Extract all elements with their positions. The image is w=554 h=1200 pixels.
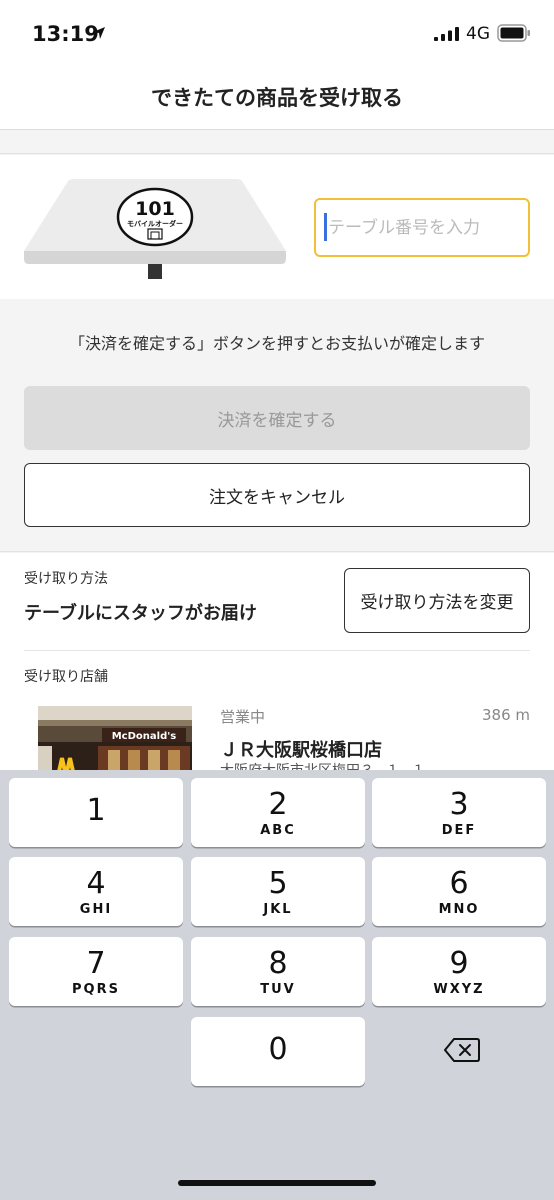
location-arrow-icon	[93, 27, 105, 39]
status-bar: 13:19 4G	[0, 0, 554, 64]
store-photo-sign: McDonald's	[112, 731, 177, 742]
store-name: ＪＲ大阪駅桜橋口店	[220, 740, 382, 761]
status-time: 13:19	[32, 22, 99, 46]
section-spacer	[0, 131, 554, 154]
text-caret	[324, 213, 327, 241]
table-sign-illustration: 101 モバイルオーダー	[24, 179, 286, 279]
key-4[interactable]: 4 GHI	[9, 857, 183, 926]
table-sign-caption: モバイルオーダー	[127, 219, 183, 228]
page-title: できたての商品を受け取る	[151, 86, 403, 110]
battery-icon	[497, 24, 530, 42]
signal-icon	[434, 27, 459, 41]
cancel-order-button[interactable]: 注文をキャンセル	[24, 463, 530, 527]
home-indicator[interactable]	[178, 1180, 376, 1186]
table-sign-number: 101	[135, 198, 175, 220]
confirm-payment-button[interactable]: 決済を確定する	[24, 386, 530, 450]
table-number-input[interactable]	[314, 198, 530, 257]
payment-notice: 「決済を確定する」ボタンを押すとお支払いが確定します	[68, 334, 485, 353]
key-5[interactable]: 5 JKL	[191, 857, 365, 926]
key-2[interactable]: 2 ABC	[191, 778, 365, 847]
divider	[24, 650, 530, 651]
store-distance: 386 m	[481, 706, 530, 724]
change-pickup-method-button[interactable]: 受け取り方法を変更	[344, 568, 530, 633]
network-type: 4G	[466, 24, 490, 44]
backspace-icon	[444, 1038, 480, 1062]
key-9[interactable]: 9 WXYZ	[372, 937, 546, 1006]
nav-bar: できたての商品を受け取る	[0, 64, 554, 130]
store-photo[interactable]: McDonald's	[38, 706, 192, 776]
delete-key[interactable]	[372, 1017, 546, 1086]
pickup-method-label: 受け取り方法	[24, 571, 108, 587]
key-6[interactable]: 6 MNO	[372, 857, 546, 926]
key-3[interactable]: 3 DEF	[372, 778, 546, 847]
key-7[interactable]: 7 PQRS	[9, 937, 183, 1006]
pickup-store-label: 受け取り店舗	[24, 669, 108, 685]
key-1[interactable]: 1	[9, 778, 183, 847]
key-8[interactable]: 8 TUV	[191, 937, 365, 1006]
store-status: 営業中	[220, 708, 266, 726]
pickup-method-value: テーブルにスタッフがお届け	[24, 603, 257, 624]
key-0[interactable]: 0	[191, 1017, 365, 1086]
